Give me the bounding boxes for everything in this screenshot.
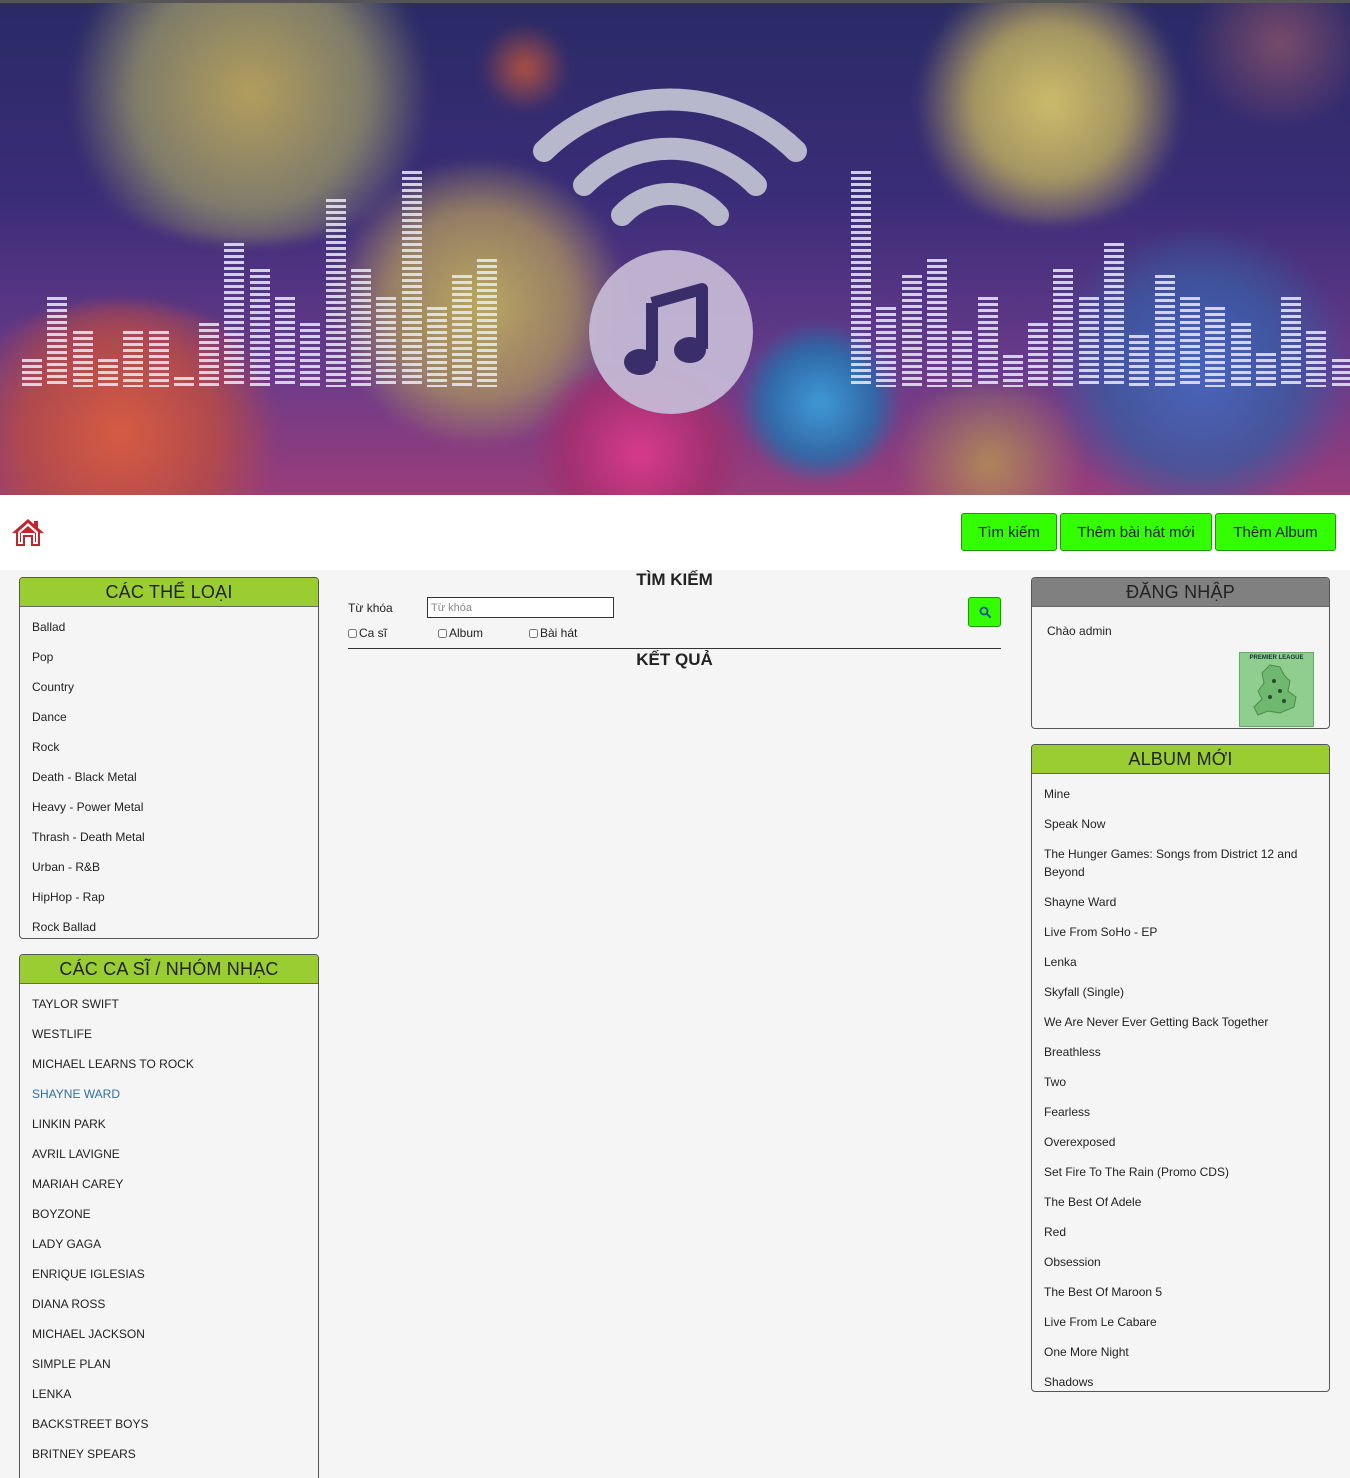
artist-link[interactable]: BRITNEY SPEARS <box>32 1439 306 1469</box>
add-song-button[interactable]: Thêm bài hát mới <box>1060 513 1212 551</box>
genre-link[interactable]: Heavy - Power Metal <box>32 792 306 822</box>
albums-panel: ALBUM MỚI Mine Speak Now The Hunger Games:… <box>1031 744 1330 1392</box>
filter-artist-label: Ca sĩ <box>359 626 388 640</box>
genres-title: CÁC THỂ LOẠI <box>20 578 318 607</box>
genre-link[interactable]: Pop <box>32 642 306 672</box>
album-link[interactable]: Live From Le Cabare <box>1044 1307 1317 1337</box>
artist-link[interactable]: LINKIN PARK <box>32 1109 306 1139</box>
genres-panel: CÁC THỂ LOẠI Ballad Pop Country Dance Rock De… <box>19 577 319 939</box>
album-link[interactable]: Obsession <box>1044 1247 1317 1277</box>
search-nav-button[interactable]: Tìm kiếm <box>961 513 1057 551</box>
genre-link[interactable]: Rock Ballad <box>32 912 306 938</box>
user-avatar[interactable]: PREMIER LEAGUE <box>1239 652 1314 727</box>
genre-link[interactable]: Country <box>32 672 306 702</box>
artists-list: TAYLOR SWIFT WESTLIFE MICHAEL LEARNS TO RO… <box>20 984 318 1478</box>
album-link[interactable]: Live From SoHo - EP <box>1044 917 1317 947</box>
genre-link[interactable]: Death - Black Metal <box>32 762 306 792</box>
wifi-icon <box>533 88 807 226</box>
genre-link[interactable]: Ballad <box>32 612 306 642</box>
album-link[interactable]: The Best Of Maroon 5 <box>1044 1277 1317 1307</box>
albums-list: Mine Speak Now The Hunger Games: Songs fro… <box>1032 774 1329 1391</box>
artist-link[interactable]: MAROON 5 <box>32 1469 306 1478</box>
genre-link[interactable]: Thrash - Death Metal <box>32 822 306 852</box>
filter-album[interactable]: Album <box>438 626 483 640</box>
album-link[interactable]: The Hunger Games: Songs from District 12… <box>1044 839 1317 887</box>
album-link[interactable]: Skyfall (Single) <box>1044 977 1317 1007</box>
artist-link[interactable]: LENKA <box>32 1379 306 1409</box>
login-panel: ĐĂNG NHẬP Chào admin PREMIER LEAGUE <box>1031 577 1330 729</box>
search-icon <box>979 606 991 618</box>
album-link[interactable]: Lenka <box>1044 947 1317 977</box>
genre-link[interactable]: Dance <box>32 702 306 732</box>
search-title: TÌM KIẾM <box>636 570 713 589</box>
artist-link[interactable]: MICHAEL JACKSON <box>32 1319 306 1349</box>
album-link[interactable]: Breathless <box>1044 1037 1317 1067</box>
artists-title: CÁC CA SĨ / NHÓM NHẠC <box>20 955 318 984</box>
home-icon[interactable] <box>11 517 45 547</box>
artist-link[interactable]: SIMPLE PLAN <box>32 1349 306 1379</box>
top-nav: Tìm kiếm Thêm bài hát mới Thêm Album <box>0 495 1350 570</box>
filter-artist[interactable]: Ca sĩ <box>348 626 387 640</box>
album-link[interactable]: Overexposed <box>1044 1127 1317 1157</box>
map-icon <box>1253 664 1297 716</box>
filter-album-checkbox[interactable] <box>438 628 447 638</box>
greeting-text: Chào admin <box>1047 624 1112 638</box>
genre-link[interactable]: HipHop - Rap <box>32 882 306 912</box>
filter-song-label: Bài hát <box>540 626 578 640</box>
album-link[interactable]: Shadows <box>1044 1367 1317 1391</box>
album-link[interactable]: Red <box>1044 1217 1317 1247</box>
filter-artist-checkbox[interactable] <box>348 628 357 638</box>
albums-title: ALBUM MỚI <box>1032 745 1329 774</box>
artist-link[interactable]: LADY GAGA <box>32 1229 306 1259</box>
artist-link[interactable]: MARIAH CAREY <box>32 1169 306 1199</box>
search-button[interactable] <box>968 597 1001 627</box>
artist-link[interactable]: AVRIL LAVIGNE <box>32 1139 306 1169</box>
album-link[interactable]: Two <box>1044 1067 1317 1097</box>
keyword-label: Từ khóa <box>348 601 393 615</box>
music-note-icon <box>589 250 753 414</box>
album-link[interactable]: The Best Of Adele <box>1044 1187 1317 1217</box>
genre-link[interactable]: Urban - R&B <box>32 852 306 882</box>
album-link[interactable]: Speak Now <box>1044 809 1317 839</box>
artist-link[interactable]: TAYLOR SWIFT <box>32 989 306 1019</box>
search-section: TÌM KIẾM Từ khóa Ca sĩ Album Bài hát KẾT… <box>348 570 1001 669</box>
album-link[interactable]: Fearless <box>1044 1097 1317 1127</box>
add-album-button[interactable]: Thêm Album <box>1215 513 1336 551</box>
artists-panel: CÁC CA SĨ / NHÓM NHẠC TAYLOR SWIFT WESTLI… <box>19 954 319 1478</box>
artist-link[interactable]: WESTLIFE <box>32 1019 306 1049</box>
login-title: ĐĂNG NHẬP <box>1032 578 1329 607</box>
genres-list: Ballad Pop Country Dance Rock Death - Black M… <box>20 607 318 938</box>
filter-song-checkbox[interactable] <box>529 628 538 638</box>
album-link[interactable]: Shayne Ward <box>1044 887 1317 917</box>
search-divider <box>348 648 1001 649</box>
genre-link[interactable]: Rock <box>32 732 306 762</box>
artist-link[interactable]: BACKSTREET BOYS <box>32 1409 306 1439</box>
album-link[interactable]: We Are Never Ever Getting Back Together <box>1044 1007 1317 1037</box>
album-link[interactable]: Mine <box>1044 779 1317 809</box>
album-link[interactable]: Set Fire To The Rain (Promo CDS) <box>1044 1157 1317 1187</box>
header-banner <box>0 0 1350 495</box>
filter-album-label: Album <box>449 626 484 640</box>
keyword-input[interactable] <box>427 597 614 618</box>
artist-link[interactable]: DIANA ROSS <box>32 1289 306 1319</box>
results-title: KẾT QUẢ <box>636 650 713 669</box>
artist-link[interactable]: SHAYNE WARD <box>32 1079 306 1109</box>
filter-song[interactable]: Bài hát <box>529 626 577 640</box>
artist-link[interactable]: BOYZONE <box>32 1199 306 1229</box>
artist-link[interactable]: ENRIQUE IGLESIAS <box>32 1259 306 1289</box>
album-link[interactable]: One More Night <box>1044 1337 1317 1367</box>
artist-link[interactable]: MICHAEL LEARNS TO ROCK <box>32 1049 306 1079</box>
